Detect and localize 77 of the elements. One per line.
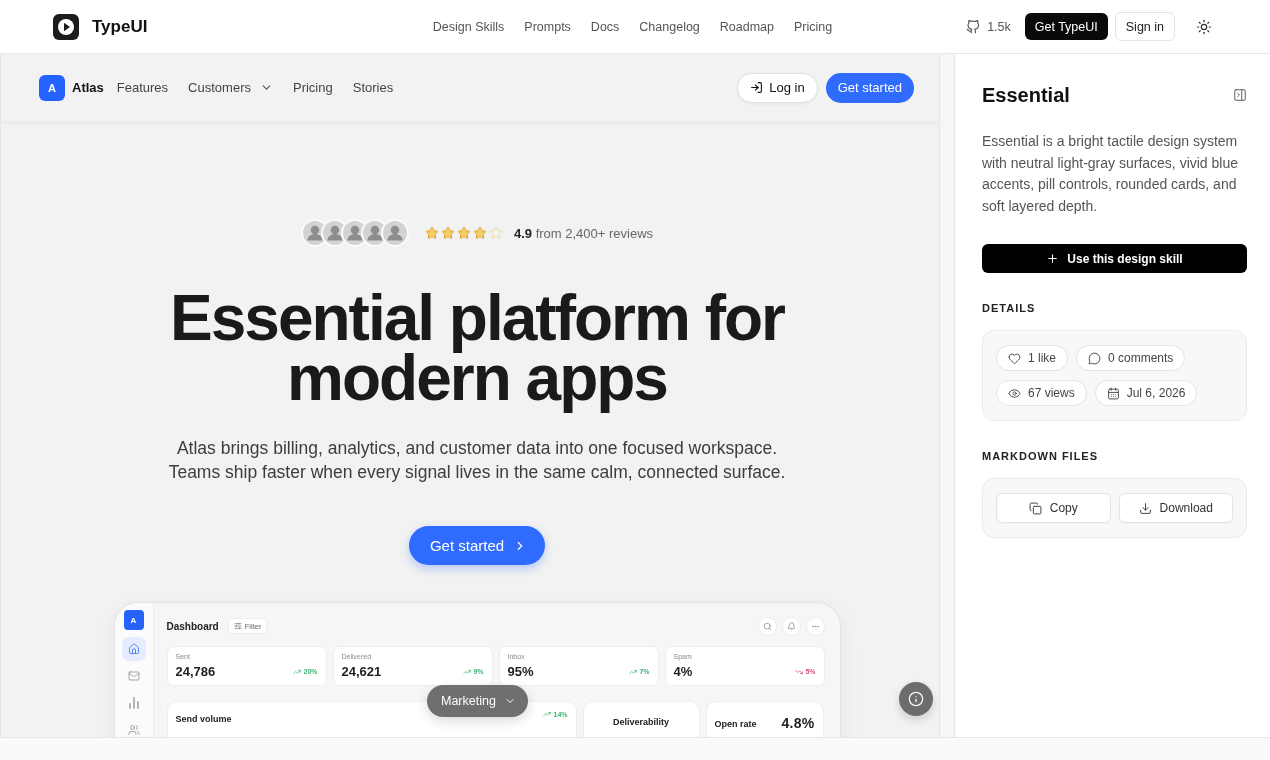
info-icon [908,691,924,707]
panel-description: Essential is a bright tactile design system with neutral light-gray surfaces, vivid blue accents, pill controls, rounded cards, and soft layered depth. [982,132,1239,216]
get-typeui-button[interactable]: Get TypeUI [1024,13,1108,40]
mail-icon [127,670,140,682]
download-icon [1138,501,1152,515]
nav-link[interactable]: Roadmap [719,19,774,34]
theme-toggle[interactable] [1196,18,1212,35]
bar-chart-icon [127,697,140,709]
segment-dropdown[interactable]: Marketing [427,685,528,717]
avatar [380,219,409,247]
more-button[interactable] [805,616,825,636]
card-title: Send volume [175,714,232,724]
bell-icon [786,621,796,631]
section-heading: MARKDOWN FILES [982,449,1100,463]
sliders-icon [233,622,242,630]
stat-value: 24,621 [341,663,383,680]
nav-link[interactable]: Design Skills [432,19,505,34]
logo-mark: A [123,610,144,630]
get-started-button[interactable]: Get started [825,72,914,103]
nav-link[interactable]: Customers [188,80,273,95]
collapse-panel-button[interactable] [1233,88,1247,102]
brand-name: TypeUI [92,16,148,37]
search-button[interactable] [757,616,777,636]
nav-link[interactable]: Stories [352,80,394,95]
logo-mark: A [39,74,65,101]
star-icon [488,226,503,240]
search-icon [762,621,772,631]
metric-value: 4.8% [781,715,815,731]
copy-icon [1028,501,1042,515]
section-heading: DETAILS [982,301,1037,315]
calendar-icon [1106,386,1120,400]
sun-icon [1196,18,1212,35]
plus-icon [1046,252,1060,265]
star-icon [456,226,471,240]
chip-text: 0 comments [1108,351,1174,365]
brand-name: Atlas [72,80,104,95]
log-in-button[interactable]: Log in [737,72,818,103]
use-skill-button[interactable]: Use this design skill [982,244,1247,273]
hero-headline: Essential platform for modern apps [169,288,786,416]
nav-link[interactable]: Docs [590,19,620,34]
chip-text: Jul 6, 2026 [1126,386,1186,400]
nav-link[interactable]: Features [116,80,169,95]
star-icon [424,226,439,240]
stat-value: 4% [673,663,694,680]
home-icon [127,643,140,655]
github-icon [966,19,981,34]
hero-subtitle: Atlas brings billing, analytics, and customer data into one focused workspace. Teams ship faster when every signal lives in the same calm, connected surface. [167,437,787,484]
nav-link[interactable]: Pricing [292,80,333,95]
sidebar-item[interactable] [121,637,146,661]
notifications-button[interactable] [781,616,801,636]
card-title: Open rate [714,719,757,729]
card-title: Deliverability [613,717,669,727]
eye-icon [1008,386,1021,400]
users-icon [127,724,140,736]
dashboard-title: Dashboard [166,620,219,632]
nav-link[interactable]: Prompts [524,19,571,34]
stat-value: 24,786 [175,663,217,680]
star-icon [472,226,487,240]
nav-link[interactable]: Changelog [639,19,700,34]
info-button[interactable] [899,682,933,716]
copy-button[interactable]: Copy [996,493,1111,523]
star-icon [440,226,455,240]
sign-in-button[interactable]: Sign in [1114,12,1175,41]
nav-link[interactable]: Pricing [794,19,833,34]
chip-text: 1 like [1028,351,1056,365]
rating-text: 4.9 from 2,400+ reviews [513,225,654,241]
panel-icon [1233,88,1247,102]
panel-title: Essential [982,83,1070,108]
logo-icon [53,13,79,40]
chip-text: 67 views [1028,386,1075,400]
heart-icon [1008,351,1021,365]
github-stars-link[interactable]: 1.5k [966,19,1011,34]
sign-in-icon [750,81,764,94]
comment-icon [1088,351,1101,365]
stat-value: 95% [507,663,535,680]
download-button[interactable]: Download [1118,493,1233,523]
get-started-button[interactable]: Get started [408,526,546,565]
